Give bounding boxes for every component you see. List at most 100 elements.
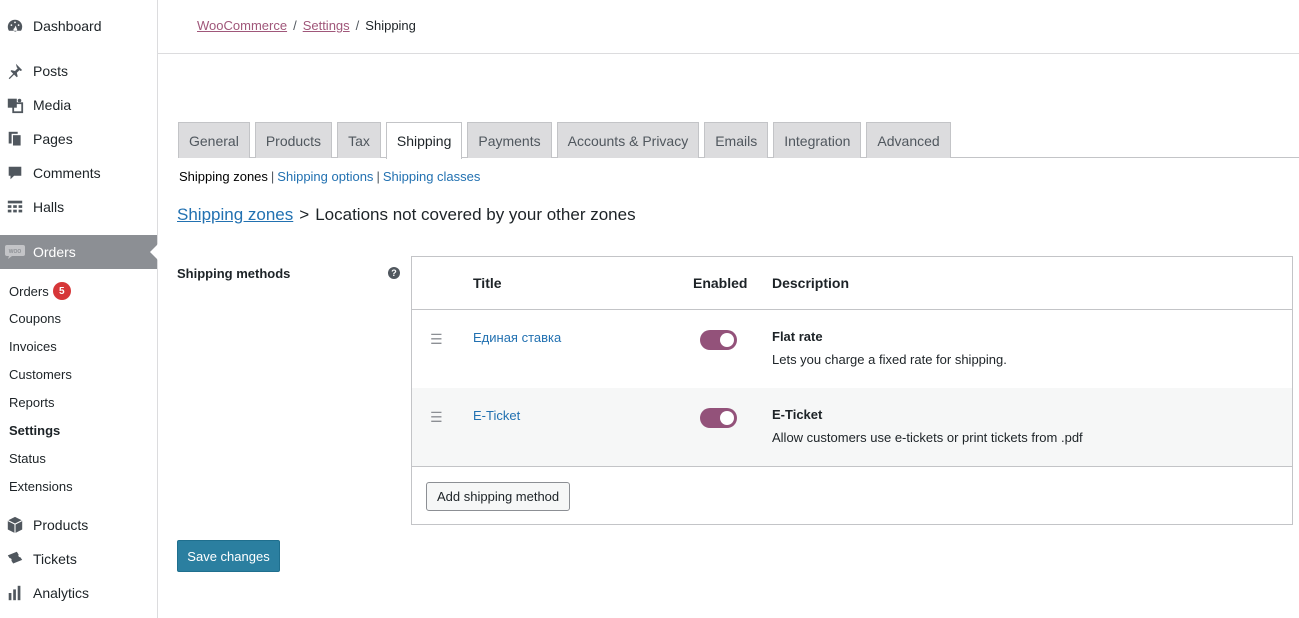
submenu-label: Orders [9, 283, 49, 299]
enabled-toggle[interactable] [700, 330, 737, 350]
method-name: Flat rate [772, 329, 823, 344]
column-header-enabled: Enabled [693, 275, 748, 291]
drag-handle-icon[interactable]: ☰ [430, 410, 443, 424]
method-title-link[interactable]: E-Ticket [473, 408, 520, 423]
menu-label: Posts [33, 63, 69, 79]
heading-shipping-zones-link[interactable]: Shipping zones [177, 205, 293, 225]
menu-label: Comments [33, 165, 101, 181]
method-name: E-Ticket [772, 407, 823, 422]
table-header: Title Enabled Description [412, 257, 1292, 310]
tab-products[interactable]: Products [254, 122, 333, 158]
breadcrumb-separator: / [293, 18, 297, 33]
save-changes-button[interactable]: Save changes [177, 540, 280, 572]
submenu-settings[interactable]: Settings [9, 423, 60, 438]
method-description: Allow customers use e-tickets or print t… [772, 430, 1083, 445]
menu-label: Products [33, 517, 89, 533]
ticket-icon [5, 549, 25, 569]
dashboard-icon [5, 16, 25, 36]
subnav-shipping-options[interactable]: Shipping options [277, 169, 373, 184]
tab-payments[interactable]: Payments [467, 122, 552, 158]
breadcrumb-separator: / [355, 18, 360, 33]
menu-pages[interactable]: Pages [0, 122, 157, 156]
shipping-subnav: Shipping zones | Shipping options | Ship… [179, 169, 480, 184]
breadcrumb-current: Shipping [365, 18, 416, 33]
shipping-methods-table: Title Enabled Description ☰ Единая ставк… [411, 256, 1293, 525]
menu-comments[interactable]: Comments [0, 156, 157, 190]
subnav-separator: | [270, 169, 275, 184]
breadcrumb: WooCommerce / Settings / Shipping [197, 18, 416, 33]
subnav-separator: | [376, 169, 380, 184]
menu-label: Analytics [33, 585, 90, 601]
subnav-shipping-classes[interactable]: Shipping classes [383, 169, 481, 184]
add-shipping-method-button[interactable]: Add shipping method [426, 482, 571, 511]
menu-dashboard[interactable]: Dashboard [0, 9, 157, 43]
comment-icon [5, 163, 25, 183]
submenu-label: Coupons [9, 311, 62, 326]
method-title-link[interactable]: Единая ставка [473, 330, 561, 345]
tab-accounts-privacy[interactable]: Accounts & Privacy [556, 122, 700, 158]
menu-products[interactable]: Products [0, 508, 157, 542]
submenu-extensions[interactable]: Extensions [9, 479, 73, 494]
table-row: ☰ E-Ticket E-Ticket Allow customers use … [412, 388, 1292, 466]
menu-orders[interactable]: WOO Orders [0, 235, 158, 269]
submenu-label: Invoices [9, 339, 57, 354]
woo-icon: WOO [5, 242, 25, 262]
table-row: ☰ Единая ставка Flat rate Lets you charg… [412, 310, 1292, 388]
submenu-status[interactable]: Status [9, 451, 46, 466]
column-header-description: Description [772, 275, 850, 291]
grid-icon [5, 197, 25, 217]
heading-zone-name: Locations not covered by your other zone… [315, 205, 636, 224]
menu-label: Tickets [33, 551, 77, 567]
menu-posts[interactable]: Posts [0, 54, 157, 88]
tab-general[interactable]: General [178, 122, 250, 158]
page-title: Shipping zones > Locations not covered b… [177, 205, 636, 225]
submenu-reports[interactable]: Reports [9, 395, 55, 410]
svg-text:WOO: WOO [9, 249, 22, 255]
top-header: WooCommerce / Settings / Shipping [158, 0, 1299, 54]
submenu-label: Status [9, 451, 46, 466]
method-description: Lets you charge a fixed rate for shippin… [772, 352, 1007, 367]
column-header-title: Title [473, 275, 502, 291]
breadcrumb-woocommerce-link[interactable]: WooCommerce [197, 18, 287, 33]
toggle-knob [720, 411, 734, 425]
breadcrumb-settings-link[interactable]: Settings [303, 18, 350, 33]
orders-count-badge: 5 [52, 282, 71, 300]
submenu-label: Extensions [9, 479, 73, 494]
tab-emails[interactable]: Emails [704, 122, 769, 158]
pages-icon [5, 129, 25, 149]
menu-halls[interactable]: Halls [0, 190, 157, 224]
admin-sidebar: Dashboard Posts Media Pages Comments Hal… [0, 0, 158, 618]
menu-label: Media [33, 97, 72, 113]
media-icon [5, 95, 25, 115]
shipping-methods-label: Shipping methods [177, 266, 291, 281]
menu-media[interactable]: Media [0, 88, 157, 122]
submenu-invoices[interactable]: Invoices [9, 339, 57, 354]
menu-tickets[interactable]: Tickets [0, 542, 157, 576]
submenu-label: Reports [9, 395, 55, 410]
menu-label: Halls [33, 199, 65, 215]
tab-tax[interactable]: Tax [337, 122, 381, 158]
bar-chart-icon [5, 583, 25, 603]
submenu-coupons[interactable]: Coupons [9, 311, 61, 326]
menu-label: Orders [33, 244, 76, 260]
settings-tabs: General Products Tax Shipping Payments A… [178, 122, 951, 159]
tab-shipping[interactable]: Shipping [385, 122, 463, 159]
menu-analytics[interactable]: Analytics [0, 576, 157, 610]
submenu-orders[interactable]: Orders 5 [9, 282, 71, 300]
enabled-toggle[interactable] [700, 408, 737, 428]
subnav-shipping-zones[interactable]: Shipping zones [179, 169, 268, 184]
submenu-label: Settings [9, 423, 61, 438]
submenu-customers[interactable]: Customers [9, 367, 72, 382]
tab-advanced[interactable]: Advanced [866, 122, 951, 158]
drag-handle-icon[interactable]: ☰ [430, 332, 443, 346]
box-icon [5, 515, 25, 535]
tab-integration[interactable]: Integration [773, 122, 862, 158]
table-footer: Add shipping method [412, 466, 1292, 524]
pin-icon [5, 61, 25, 81]
menu-label: Dashboard [33, 18, 102, 34]
help-icon[interactable]: ? [388, 267, 400, 279]
toggle-knob [720, 333, 734, 347]
submenu-label: Customers [9, 367, 72, 382]
heading-separator: > [299, 205, 310, 224]
menu-label: Pages [33, 131, 73, 147]
